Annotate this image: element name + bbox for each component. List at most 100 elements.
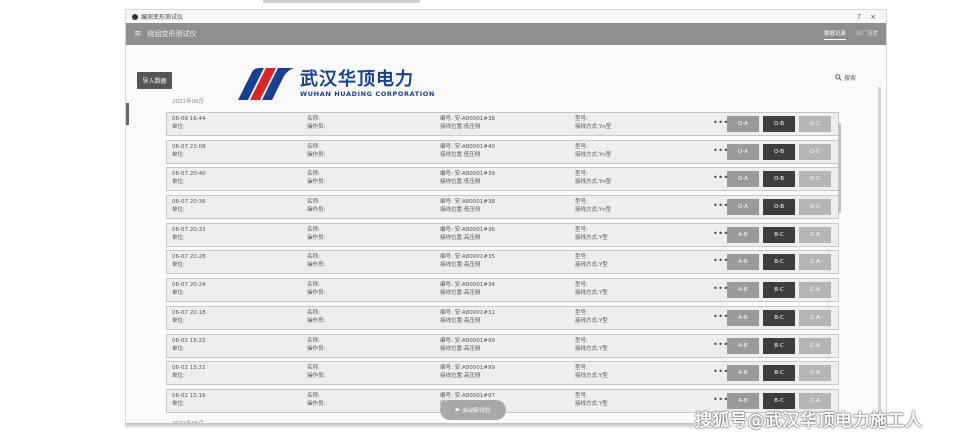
app-icon — [132, 13, 138, 20]
record-row[interactable]: 06-07 21:08 单位: 名称: 操作员: 编号: 安:A80001#40 接线位置… — [166, 139, 839, 164]
phase-button-3[interactable]: C-A — [799, 309, 831, 326]
start-test-button[interactable]: ▶ 启动新试验 — [440, 400, 506, 420]
tab-records[interactable]: 数据记录 — [823, 29, 846, 40]
main-content: 导入数据 武汉华顶电力 WUHAN HUADING CORPORATION 搜索 — [126, 45, 886, 426]
record-operator-label: 操作员: — [307, 234, 326, 241]
record-unit-label: 单位: — [172, 400, 185, 407]
phase-button-1[interactable]: A-B — [727, 226, 759, 243]
record-unit-label: 单位: — [172, 262, 185, 269]
phase-button-1[interactable]: A-B — [727, 254, 759, 271]
record-operator-label: 操作员: — [307, 345, 326, 352]
record-model-label: 型号: — [575, 226, 588, 233]
window-bottom-shadow — [125, 423, 695, 428]
record-code: 编号: 安:A80001#35 — [440, 254, 495, 261]
start-test-label: 启动新试验 — [462, 408, 491, 414]
phase-button-3[interactable]: O-C — [799, 143, 831, 160]
record-name-label: 名称: — [307, 171, 320, 178]
import-data-button[interactable]: 导入数据 — [137, 72, 172, 89]
record-model-label: 型号: — [575, 365, 588, 372]
play-icon: ▶ — [455, 407, 460, 413]
record-model-label: 型号: — [575, 282, 588, 289]
list-scrollbar[interactable] — [838, 123, 841, 213]
screenshot-stage: 编测变形测试仪 ? × ≡ 绕组变形测试仪 数据记录 出厂设置 导入数据 武汉华… — [0, 0, 969, 441]
record-model-label: 型号: — [575, 254, 588, 261]
phase-button-3[interactable]: C-A — [799, 337, 831, 354]
phase-button-2[interactable]: O-B — [763, 171, 795, 188]
phase-button-3[interactable]: O-C — [799, 116, 831, 132]
record-code: 编号: 安:A80001#38 — [440, 116, 495, 122]
record-row[interactable]: 06-07 20:33 单位: 名称: 操作员: 编号: 安:A80001#36 接线位置… — [166, 222, 839, 247]
phase-button-3[interactable]: C-A — [799, 254, 831, 271]
phase-button-3[interactable]: C-A — [799, 282, 831, 299]
search-button[interactable]: 搜索 — [835, 73, 856, 82]
phase-button-1[interactable]: O-A — [727, 199, 759, 216]
record-row[interactable]: 06-02 15:22 单位: 名称: 操作员: 编号: 安:A80001#99 接线位置… — [166, 361, 839, 386]
menu-icon[interactable]: ≡ — [134, 29, 142, 39]
record-wiring: 接线方式:Y型 — [575, 373, 608, 380]
phase-button-1[interactable]: O-A — [727, 116, 759, 132]
phase-button-2[interactable]: O-B — [763, 143, 795, 160]
search-label: 搜索 — [843, 75, 856, 82]
record-time: 06-07 20:33 — [172, 226, 206, 233]
record-row[interactable]: 06-07 20:18 单位: 名称: 操作员: 编号: 安:A80001#31 接线位置… — [166, 305, 839, 330]
phase-button-3[interactable]: O-C — [799, 171, 831, 188]
phase-button-2[interactable]: O-B — [763, 199, 795, 216]
phase-button-2[interactable]: B-C — [763, 254, 795, 271]
record-wiring: 接线方式:Yn型 — [575, 124, 612, 130]
tab-factory-settings[interactable]: 出厂设置 — [856, 29, 878, 39]
record-code: 编号: 安:A80001#39 — [440, 171, 495, 178]
phase-button-1[interactable]: O-A — [727, 171, 759, 188]
logo-chinese-name: 武汉华顶电力 — [300, 69, 414, 90]
record-position: 接线位置:高压侧 — [440, 262, 481, 269]
record-unit-label: 单位: — [172, 317, 185, 324]
record-operator-label: 操作员: — [307, 179, 326, 186]
phase-button-1[interactable]: A-B — [727, 337, 759, 354]
phase-button-1[interactable]: O-A — [727, 143, 759, 160]
phase-button-3[interactable]: O-C — [799, 199, 831, 216]
phase-button-1[interactable]: A-B — [727, 282, 759, 299]
record-unit-label: 单位: — [172, 151, 185, 158]
phase-button-2[interactable]: B-C — [763, 365, 795, 382]
record-row[interactable]: 06-02 15:22 单位: 名称: 操作员: 编号: 安:A80001#99 接线位置… — [166, 333, 839, 358]
record-wiring: 接线方式:Yn型 — [575, 151, 612, 158]
app-window: 编测变形测试仪 ? × ≡ 绕组变形测试仪 数据记录 出厂设置 导入数据 武汉华… — [125, 9, 887, 427]
phase-button-2[interactable]: B-C — [763, 309, 795, 326]
record-row[interactable]: 06-07 20:36 单位: 名称: 操作员: 编号: 安:A80001#38 接线位置… — [166, 195, 839, 220]
record-time: 06-02 15:16 — [172, 392, 206, 399]
phase-button-1[interactable]: A-B — [727, 309, 759, 326]
window-scrollbar[interactable] — [878, 87, 881, 426]
record-model-label: 型号: — [575, 171, 588, 178]
record-unit-label: 单位: — [172, 290, 185, 297]
phase-button-2[interactable]: B-C — [763, 337, 795, 354]
record-time: 06-09 16:44 — [172, 116, 206, 122]
phase-button-3[interactable]: C-A — [799, 226, 831, 243]
record-unit-label: 单位: — [172, 345, 185, 352]
record-model-label: 型号: — [575, 116, 588, 122]
close-button[interactable]: × — [866, 13, 880, 21]
maximize-button[interactable]: ? — [852, 13, 866, 21]
company-logo: 武汉华顶电力 WUHAN HUADING CORPORATION — [236, 66, 435, 102]
phase-button-2[interactable]: B-C — [763, 226, 795, 243]
record-code: 编号: 安:A80001#40 — [440, 143, 495, 150]
phase-button-1[interactable]: A-B — [727, 365, 759, 382]
record-wiring: 接线方式:Y型 — [575, 400, 608, 407]
record-position: 接线位置:低压侧 — [440, 179, 481, 186]
record-row[interactable]: 06-07 20:24 单位: 名称: 操作员: 编号: 安:A80001#34 接线位置… — [166, 278, 839, 303]
record-time: 06-02 15:22 — [172, 337, 206, 344]
record-row[interactable]: 06-07 20:40 单位: 名称: 操作员: 编号: 安:A80001#39 接线位置… — [166, 167, 839, 192]
phase-button-2[interactable]: B-C — [763, 282, 795, 299]
record-position: 接线位置:高压侧 — [440, 290, 481, 297]
side-drawer-handle[interactable] — [126, 103, 129, 125]
record-wiring: 接线方式:Y型 — [575, 290, 608, 297]
logo-mark-icon — [238, 68, 294, 100]
record-position: 接线位置:低压侧 — [440, 124, 481, 130]
record-row[interactable]: 06-09 16:44 单位: 名称: 操作员: 编号: 安:A80001#38 接线位置… — [166, 112, 839, 136]
record-operator-label: 操作员: — [307, 262, 326, 269]
record-unit-label: 单位: — [172, 234, 185, 241]
record-time: 06-07 20:36 — [172, 199, 206, 206]
phase-button-2[interactable]: O-B — [763, 116, 795, 132]
phase-button-3[interactable]: C-A — [799, 365, 831, 382]
record-name-label: 名称: — [307, 282, 320, 289]
record-row[interactable]: 06-07 20:28 单位: 名称: 操作员: 编号: 安:A80001#35 接线位置… — [166, 250, 839, 275]
record-unit-label: 单位: — [172, 207, 185, 214]
